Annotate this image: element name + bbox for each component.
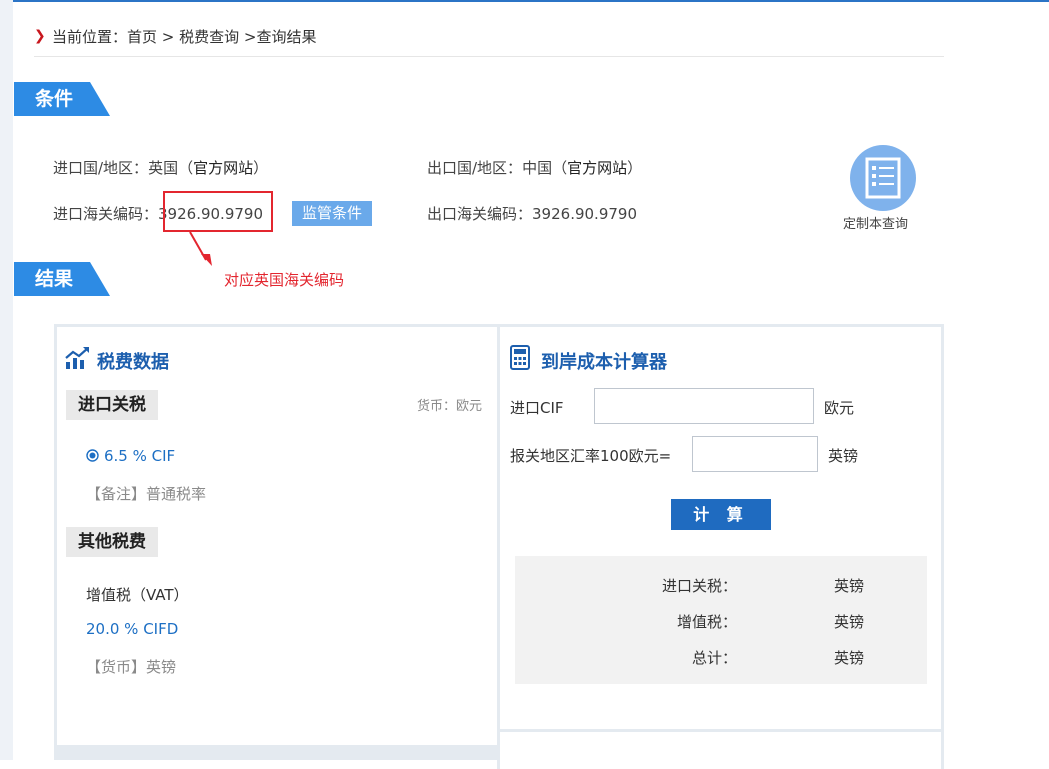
vat-currency: 【货币】英镑 — [86, 658, 177, 676]
result-label-duty: 进口关税： — [661, 577, 737, 595]
breadcrumb-separator: > — [157, 28, 180, 46]
export-code-row: 出口海关编码：3926.90.9790 — [427, 203, 637, 224]
breadcrumb-current: 查询结果 — [256, 28, 317, 46]
top-border — [0, 0, 1049, 2]
cif-unit: 欧元 — [824, 399, 855, 417]
supervise-conditions-button[interactable]: 监管条件 — [292, 201, 372, 226]
custom-query-icon[interactable] — [850, 145, 916, 211]
export-country-label: 出口国/地区： — [427, 159, 523, 177]
import-country-row: 进口国/地区：英国（官方网站） — [53, 159, 269, 177]
left-strip — [0, 0, 13, 760]
export-code-label: 出口海关编码： — [427, 205, 533, 223]
calculator-panel-footer — [497, 729, 944, 769]
result-label-vat: 增值税： — [676, 613, 737, 631]
result-unit-vat: 英镑 — [834, 613, 865, 631]
trend-chart-icon — [65, 347, 89, 369]
import-duty-rate: 6.5 % CIF — [104, 447, 176, 465]
vat-rate: 20.0 % CIFD — [86, 620, 179, 638]
result-unit-duty: 英镑 — [834, 577, 865, 595]
import-code-highlight-box — [163, 191, 273, 232]
chevron-right-icon: ❯ — [34, 28, 46, 44]
vat-name: 增值税（VAT） — [86, 586, 189, 604]
exchange-rate-input[interactable] — [692, 436, 818, 472]
section-title-condition: 条件 — [14, 82, 110, 116]
import-code-label: 进口海关编码： — [53, 205, 159, 223]
list-document-icon — [865, 157, 901, 199]
breadcrumb-trail: 当前位置：首页 > 税费查询 >查询结果 — [52, 26, 317, 47]
breadcrumb: ❯ 当前位置：首页 > 税费查询 >查询结果 — [34, 24, 944, 57]
import-duty-remark: 【备注】普通税率 — [86, 485, 207, 503]
annotation-arrow-icon — [189, 231, 212, 266]
result-label-total: 总计： — [691, 649, 737, 667]
other-taxes-tag: 其他税费 — [66, 527, 158, 557]
breadcrumb-separator: > — [239, 28, 257, 46]
exchange-rate-label: 报关地区汇率100欧元= — [510, 447, 672, 465]
section-title-result: 结果 — [14, 262, 110, 296]
export-code-value: 3926.90.9790 — [532, 205, 637, 223]
exchange-rate-unit: 英镑 — [828, 447, 859, 465]
calculate-button[interactable]: 计 算 — [671, 499, 771, 530]
export-country-row: 出口国/地区：中国（官方网站） — [427, 159, 643, 177]
currency-note: 货币：欧元 — [417, 399, 483, 414]
radio-selected-icon[interactable] — [86, 449, 99, 462]
calculator-icon — [510, 345, 530, 370]
breadcrumb-prefix: 当前位置： — [52, 28, 128, 46]
calculator-title: 到岸成本计算器 — [541, 352, 667, 373]
cif-input[interactable] — [594, 388, 814, 424]
import-country-label: 进口国/地区： — [53, 159, 149, 177]
breadcrumb-query-link[interactable]: 税费查询 — [179, 28, 239, 46]
tax-data-title: 税费数据 — [97, 352, 169, 373]
custom-query-label[interactable]: 定制本查询 — [843, 213, 908, 232]
annotation-text: 对应英国海关编码 — [224, 271, 345, 289]
panel-footer — [54, 746, 500, 760]
export-official-site-link[interactable]: 官方网站 — [567, 159, 627, 177]
export-country-value: 中国 — [522, 159, 553, 177]
cif-label: 进口CIF — [510, 399, 564, 417]
import-duty-tag: 进口关税 — [66, 390, 158, 420]
import-country-value: 英国 — [148, 159, 179, 177]
result-unit-total: 英镑 — [834, 649, 865, 667]
breadcrumb-home-link[interactable]: 首页 — [127, 28, 157, 46]
import-official-site-link[interactable]: 官方网站 — [193, 159, 253, 177]
